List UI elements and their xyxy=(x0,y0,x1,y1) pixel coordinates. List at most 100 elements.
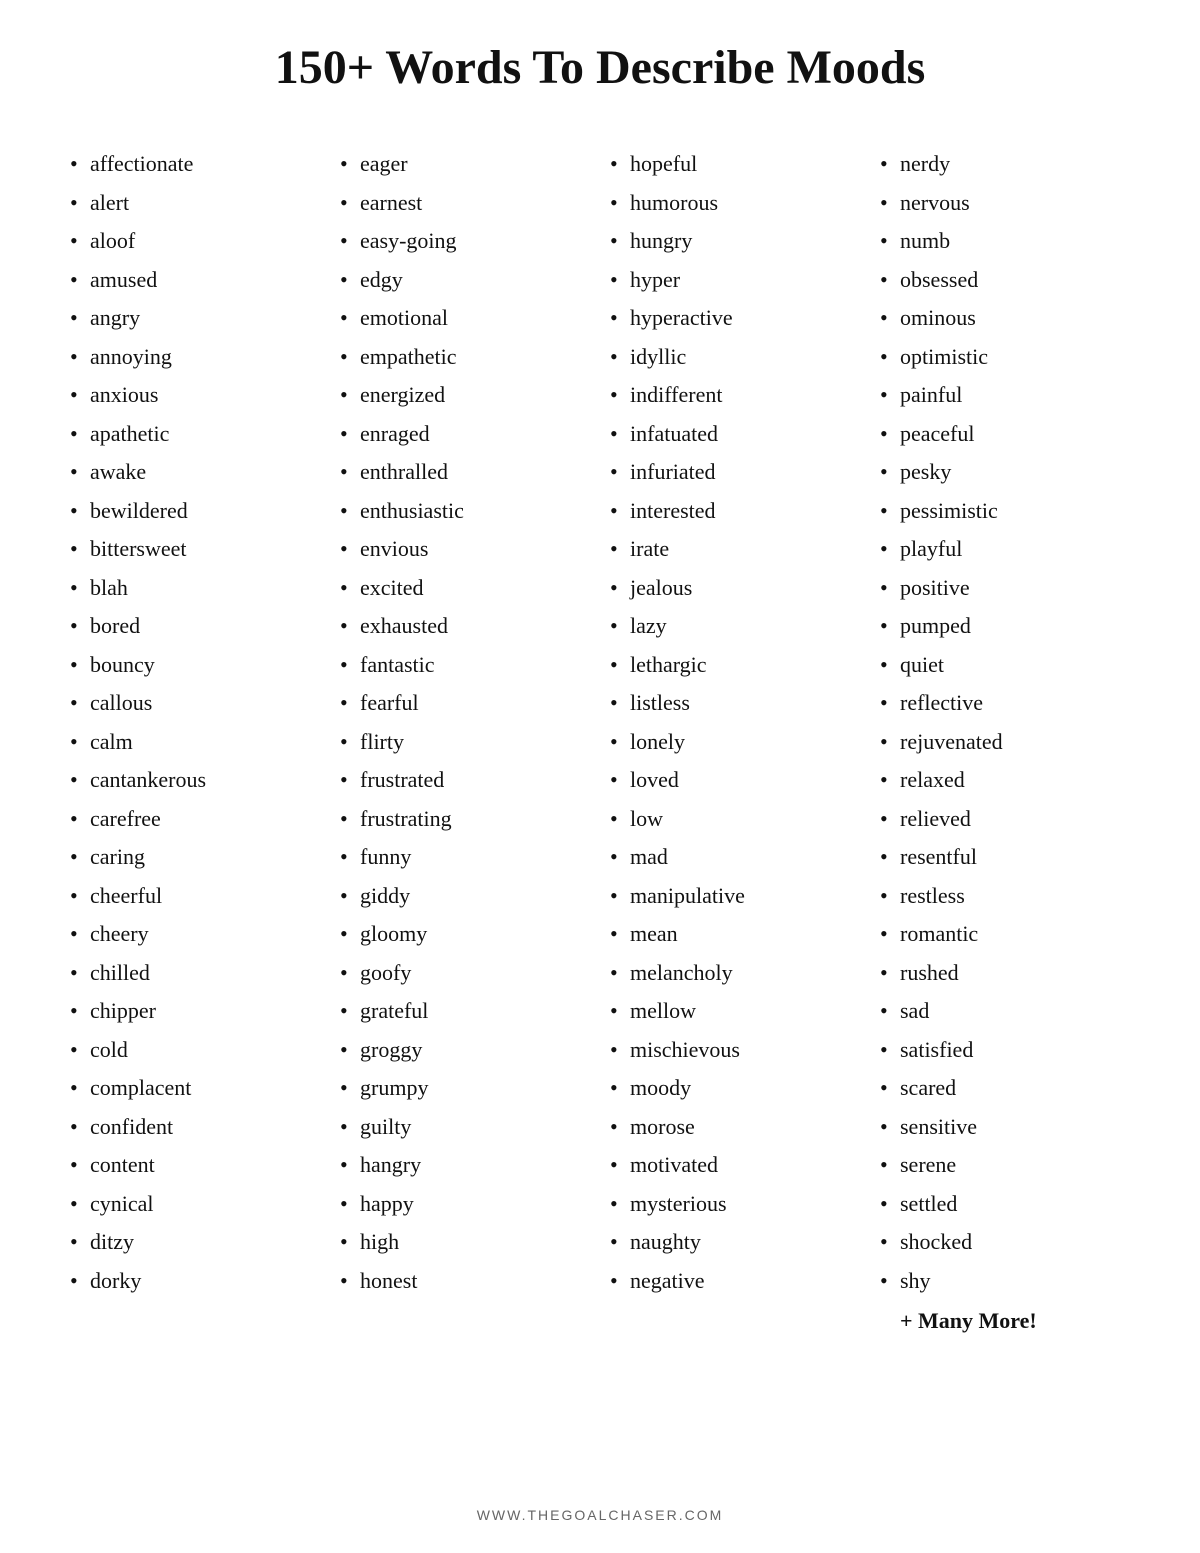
list-item: anxious xyxy=(70,376,320,415)
list-item: nerdy xyxy=(880,145,1130,184)
list-item: hyperactive xyxy=(610,299,860,338)
list-item: settled xyxy=(880,1185,1130,1224)
list-item: cheerful xyxy=(70,877,320,916)
list-item: exhausted xyxy=(340,607,590,646)
list-item: bouncy xyxy=(70,646,320,685)
list-item: naughty xyxy=(610,1223,860,1262)
list-item: cold xyxy=(70,1031,320,1070)
list-item: flirty xyxy=(340,723,590,762)
list-item: hopeful xyxy=(610,145,860,184)
list-item: melancholy xyxy=(610,954,860,993)
list-item: mysterious xyxy=(610,1185,860,1224)
footer-url: WWW.THEGOALCHASER.COM xyxy=(60,1507,1140,1523)
list-item: pumped xyxy=(880,607,1130,646)
list-item: aloof xyxy=(70,222,320,261)
list-item: blah xyxy=(70,569,320,608)
list-item: shy xyxy=(880,1262,1130,1301)
list-item: jealous xyxy=(610,569,860,608)
list-item: indifferent xyxy=(610,376,860,415)
list-item: mean xyxy=(610,915,860,954)
column-2: eagerearnesteasy-goingedgyemotionalempat… xyxy=(330,145,600,1300)
list-item: happy xyxy=(340,1185,590,1224)
list-item: excited xyxy=(340,569,590,608)
list-item: frustrated xyxy=(340,761,590,800)
word-columns: affectionatealertaloofamusedangryannoyin… xyxy=(60,145,1140,1467)
list-item: low xyxy=(610,800,860,839)
list-item: complacent xyxy=(70,1069,320,1108)
list-item: affectionate xyxy=(70,145,320,184)
list-item: cynical xyxy=(70,1185,320,1224)
list-item: cheery xyxy=(70,915,320,954)
word-list-1: affectionatealertaloofamusedangryannoyin… xyxy=(70,145,320,1300)
list-item: interested xyxy=(610,492,860,531)
list-item: envious xyxy=(340,530,590,569)
column-4: nerdynervousnumbobsessedominousoptimisti… xyxy=(870,145,1140,1341)
list-item: grumpy xyxy=(340,1069,590,1108)
list-item: gloomy xyxy=(340,915,590,954)
list-item: lethargic xyxy=(610,646,860,685)
list-item: serene xyxy=(880,1146,1130,1185)
list-item: lazy xyxy=(610,607,860,646)
list-item: bittersweet xyxy=(70,530,320,569)
list-item: earnest xyxy=(340,184,590,223)
list-item: hyper xyxy=(610,261,860,300)
list-item: goofy xyxy=(340,954,590,993)
list-item: enthralled xyxy=(340,453,590,492)
list-item: negative xyxy=(610,1262,860,1301)
list-item: edgy xyxy=(340,261,590,300)
list-item: morose xyxy=(610,1108,860,1147)
word-list-3: hopefulhumoroushungryhyperhyperactiveidy… xyxy=(610,145,860,1300)
list-item: romantic xyxy=(880,915,1130,954)
list-item: apathetic xyxy=(70,415,320,454)
list-item: carefree xyxy=(70,800,320,839)
list-item: annoying xyxy=(70,338,320,377)
list-item: awake xyxy=(70,453,320,492)
word-list-4: nerdynervousnumbobsessedominousoptimisti… xyxy=(880,145,1130,1300)
list-item: giddy xyxy=(340,877,590,916)
list-item: relieved xyxy=(880,800,1130,839)
list-item: loved xyxy=(610,761,860,800)
list-item: angry xyxy=(70,299,320,338)
list-item: funny xyxy=(340,838,590,877)
list-item: fantastic xyxy=(340,646,590,685)
list-item: satisfied xyxy=(880,1031,1130,1070)
list-item: enraged xyxy=(340,415,590,454)
list-item: grateful xyxy=(340,992,590,1031)
list-item: idyllic xyxy=(610,338,860,377)
list-item: rushed xyxy=(880,954,1130,993)
list-item: nervous xyxy=(880,184,1130,223)
list-item: ominous xyxy=(880,299,1130,338)
list-item: infuriated xyxy=(610,453,860,492)
list-item: numb xyxy=(880,222,1130,261)
list-item: motivated xyxy=(610,1146,860,1185)
list-item: relaxed xyxy=(880,761,1130,800)
extra-note: + Many More! xyxy=(880,1302,1130,1341)
word-list-2: eagerearnesteasy-goingedgyemotionalempat… xyxy=(340,145,590,1300)
list-item: optimistic xyxy=(880,338,1130,377)
list-item: high xyxy=(340,1223,590,1262)
list-item: hungry xyxy=(610,222,860,261)
list-item: shocked xyxy=(880,1223,1130,1262)
list-item: callous xyxy=(70,684,320,723)
list-item: ditzy xyxy=(70,1223,320,1262)
list-item: resentful xyxy=(880,838,1130,877)
list-item: amused xyxy=(70,261,320,300)
list-item: playful xyxy=(880,530,1130,569)
list-item: dorky xyxy=(70,1262,320,1301)
list-item: alert xyxy=(70,184,320,223)
list-item: empathetic xyxy=(340,338,590,377)
list-item: pesky xyxy=(880,453,1130,492)
list-item: sad xyxy=(880,992,1130,1031)
list-item: emotional xyxy=(340,299,590,338)
list-item: reflective xyxy=(880,684,1130,723)
list-item: positive xyxy=(880,569,1130,608)
list-item: obsessed xyxy=(880,261,1130,300)
list-item: sensitive xyxy=(880,1108,1130,1147)
list-item: honest xyxy=(340,1262,590,1301)
list-item: caring xyxy=(70,838,320,877)
list-item: listless xyxy=(610,684,860,723)
list-item: manipulative xyxy=(610,877,860,916)
list-item: bewildered xyxy=(70,492,320,531)
list-item: moody xyxy=(610,1069,860,1108)
list-item: lonely xyxy=(610,723,860,762)
